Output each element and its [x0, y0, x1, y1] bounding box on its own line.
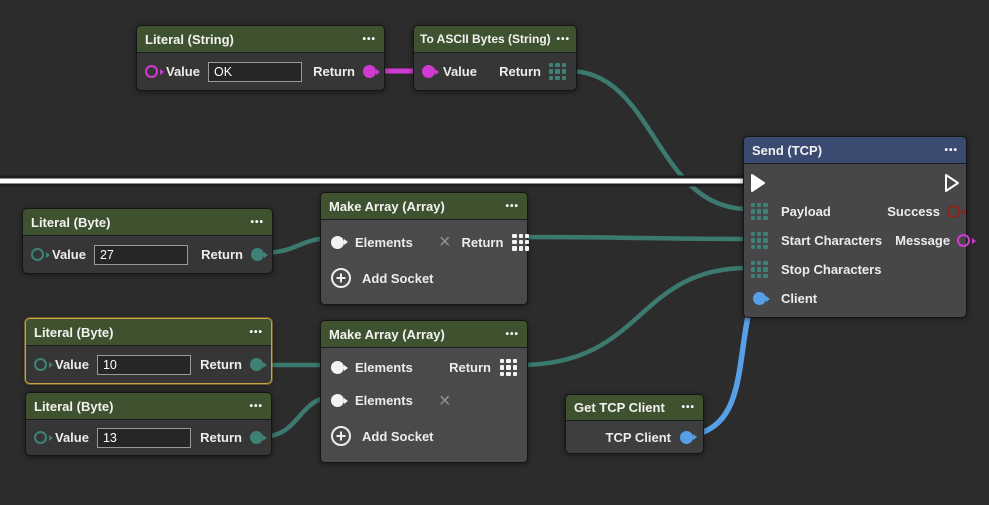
- wire-makearray2-to-stopchars[interactable]: [520, 268, 748, 365]
- start-characters-label: Start Characters: [781, 233, 882, 248]
- node-title: To ASCII Bytes (String): [420, 32, 551, 46]
- return-label: Return: [201, 247, 243, 262]
- remove-socket-icon[interactable]: ×: [439, 391, 451, 411]
- stop-characters-input-port[interactable]: [751, 261, 768, 278]
- client-input-port[interactable]: [753, 292, 766, 305]
- node-literal-byte-13[interactable]: Literal (Byte) ••• Value Return: [25, 392, 272, 456]
- array-return-port[interactable]: [512, 234, 529, 251]
- node-header[interactable]: Get TCP Client •••: [566, 395, 703, 421]
- message-label: Message: [895, 233, 950, 248]
- node-literal-byte-27[interactable]: Literal (Byte) ••• Value Return: [22, 208, 273, 274]
- add-socket-icon[interactable]: [331, 426, 351, 446]
- node-menu-icon[interactable]: •••: [944, 145, 958, 156]
- node-header[interactable]: Make Array (Array) •••: [321, 193, 527, 220]
- add-socket-label[interactable]: Add Socket: [362, 271, 434, 286]
- remove-socket-icon[interactable]: ×: [439, 232, 451, 252]
- node-title: Literal (Byte): [34, 399, 113, 414]
- tcp-client-output-port[interactable]: [680, 431, 693, 444]
- byte-value-input[interactable]: [94, 245, 188, 265]
- node-menu-icon[interactable]: •••: [249, 401, 263, 412]
- return-output-port[interactable]: [250, 431, 263, 444]
- node-send-tcp[interactable]: Send (TCP) ••• Payload Success Start Cha…: [743, 136, 967, 318]
- node-title: Make Array (Array): [329, 327, 445, 342]
- string-value-input[interactable]: [208, 62, 302, 82]
- exec-out-pin[interactable]: [944, 173, 960, 193]
- node-header[interactable]: Literal (Byte) •••: [26, 393, 271, 420]
- success-output-port[interactable]: [947, 205, 960, 218]
- add-socket-icon[interactable]: [331, 268, 351, 288]
- return-output-port[interactable]: [251, 248, 264, 261]
- node-literal-string[interactable]: Literal (String) ••• Value Return: [136, 25, 385, 91]
- node-title: Get TCP Client: [574, 400, 665, 415]
- node-menu-icon[interactable]: •••: [556, 34, 570, 45]
- node-title: Literal (String): [145, 32, 234, 47]
- return-label: Return: [200, 357, 242, 372]
- value-label: Value: [443, 64, 477, 79]
- node-get-tcp-client[interactable]: Get TCP Client ••• TCP Client: [565, 394, 704, 454]
- payload-label: Payload: [781, 204, 831, 219]
- byte-value-input[interactable]: [97, 428, 191, 448]
- value-label: Value: [55, 357, 89, 372]
- return-output-port[interactable]: [250, 358, 263, 371]
- node-make-array-2[interactable]: Make Array (Array) ••• Elements Return E…: [320, 320, 528, 463]
- return-label: Return: [449, 360, 491, 375]
- stop-characters-label: Stop Characters: [781, 262, 881, 277]
- return-label: Return: [313, 64, 355, 79]
- elements-input-port[interactable]: [331, 361, 344, 374]
- elements-label: Elements: [355, 393, 413, 408]
- return-label: Return: [499, 64, 541, 79]
- node-title: Literal (Byte): [34, 325, 113, 340]
- tcp-client-label: TCP Client: [606, 430, 672, 445]
- payload-input-port[interactable]: [751, 203, 768, 220]
- node-menu-icon[interactable]: •••: [681, 402, 695, 413]
- wire-makearray1-to-startchars[interactable]: [520, 237, 748, 239]
- node-make-array-1[interactable]: Make Array (Array) ••• Elements × Return…: [320, 192, 528, 305]
- elements-input-port[interactable]: [331, 236, 344, 249]
- node-header[interactable]: Literal (Byte) •••: [23, 209, 272, 236]
- node-header[interactable]: Literal (Byte) •••: [26, 319, 271, 346]
- return-label: Return: [200, 430, 242, 445]
- value-label: Value: [55, 430, 89, 445]
- value-label: Value: [166, 64, 200, 79]
- node-literal-byte-10[interactable]: Literal (Byte) ••• Value Return: [25, 318, 272, 384]
- elements-label: Elements: [355, 360, 413, 375]
- elements-label: Elements: [355, 235, 413, 250]
- value-input-port[interactable]: [422, 65, 435, 78]
- value-input-port[interactable]: [34, 431, 47, 444]
- byte-value-input[interactable]: [97, 355, 191, 375]
- array-return-port[interactable]: [549, 63, 566, 80]
- node-menu-icon[interactable]: •••: [362, 34, 376, 45]
- return-label: Return: [462, 235, 504, 250]
- node-menu-icon[interactable]: •••: [249, 327, 263, 338]
- exec-in-pin[interactable]: [750, 173, 766, 193]
- elements-input-port[interactable]: [331, 394, 344, 407]
- node-header[interactable]: Make Array (Array) •••: [321, 321, 527, 348]
- value-input-port[interactable]: [31, 248, 44, 261]
- start-characters-input-port[interactable]: [751, 232, 768, 249]
- node-to-ascii-bytes[interactable]: To ASCII Bytes (String) ••• Value Return: [413, 25, 577, 91]
- add-socket-label[interactable]: Add Socket: [362, 429, 434, 444]
- value-input-port[interactable]: [145, 65, 158, 78]
- value-label: Value: [52, 247, 86, 262]
- node-menu-icon[interactable]: •••: [505, 201, 519, 212]
- node-header[interactable]: Literal (String) •••: [137, 26, 384, 53]
- node-title: Literal (Byte): [31, 215, 110, 230]
- return-output-port[interactable]: [363, 65, 376, 78]
- node-header[interactable]: To ASCII Bytes (String) •••: [414, 26, 576, 53]
- client-label: Client: [781, 291, 817, 306]
- node-menu-icon[interactable]: •••: [250, 217, 264, 228]
- node-title: Make Array (Array): [329, 199, 445, 214]
- node-menu-icon[interactable]: •••: [505, 329, 519, 340]
- value-input-port[interactable]: [34, 358, 47, 371]
- node-header[interactable]: Send (TCP) •••: [744, 137, 966, 164]
- success-label: Success: [887, 204, 940, 219]
- wire-toascii-to-payload[interactable]: [569, 71, 748, 209]
- array-return-port[interactable]: [500, 359, 517, 376]
- message-output-port[interactable]: [957, 234, 970, 247]
- node-editor-canvas[interactable]: { "ui": { "menu_icon": "•••", "remove_ic…: [0, 0, 989, 505]
- node-title: Send (TCP): [752, 143, 822, 158]
